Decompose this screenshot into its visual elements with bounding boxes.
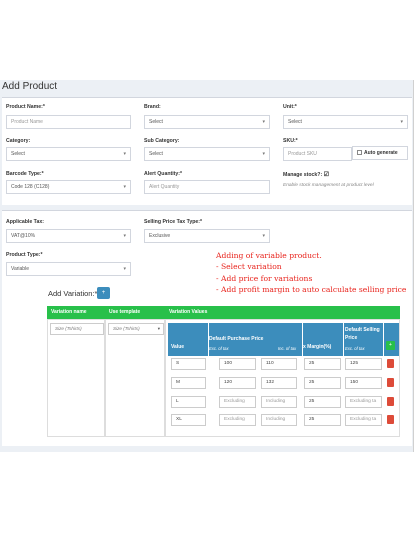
barcode-type-label: Barcode Type:* xyxy=(6,171,44,177)
page-title: Add Product xyxy=(2,81,58,92)
sku-label: SKU:* xyxy=(283,138,298,144)
sub-category-value: Select xyxy=(149,151,163,157)
variation-value-input[interactable]: XL xyxy=(171,414,206,426)
auto-generate-checkbox[interactable] xyxy=(357,150,362,156)
purchase-inc-tax-input[interactable]: Including xyxy=(261,396,297,408)
selling-price-tax-type-value: Exclusive xyxy=(149,233,171,239)
purchase-exc-tax-input[interactable]: Excluding xyxy=(219,396,256,408)
add-variation-button[interactable]: + xyxy=(97,287,110,299)
margin-input[interactable]: 25 xyxy=(304,377,341,389)
chevron-down-icon: ▾ xyxy=(123,184,126,190)
brand-label: Brand: xyxy=(144,104,161,110)
purchase-price-header: Default Purchase Price xyxy=(209,336,264,342)
margin-input[interactable]: 25 xyxy=(304,396,341,408)
chevron-down-icon: ▾ xyxy=(157,326,160,331)
chevron-down-icon: ▾ xyxy=(123,233,126,239)
margin-input[interactable]: 25 xyxy=(304,414,341,426)
barcode-type-select[interactable]: Code 128 (C128) ▾ xyxy=(6,180,131,194)
unit-select[interactable]: Select ▾ xyxy=(283,115,408,129)
add-row-button[interactable]: + xyxy=(386,341,395,350)
alert-quantity-label: Alert Quantity:* xyxy=(144,171,183,177)
chevron-down-icon: ▾ xyxy=(262,151,265,157)
applicable-tax-label: Applicable Tax: xyxy=(6,219,44,225)
purchase-exc-tax-input[interactable]: 100 xyxy=(219,358,256,370)
product-type-value: Variable xyxy=(11,266,29,272)
variation-value-input[interactable]: M xyxy=(171,377,206,389)
sub-category-select[interactable]: Select ▾ xyxy=(144,147,270,161)
applicable-tax-value: VAT@10% xyxy=(11,233,36,239)
variation-name-header: Variation name xyxy=(47,306,105,319)
col-divider xyxy=(383,323,384,356)
selling-price-tax-type-select[interactable]: Exclusive ▾ xyxy=(144,229,270,243)
remove-row-button[interactable] xyxy=(387,415,394,424)
manage-stock-label: Manage stock?: ☑ xyxy=(283,171,329,178)
purchase-inc-tax-input[interactable]: 132 xyxy=(261,377,297,389)
chevron-down-icon: ▾ xyxy=(123,151,126,157)
product-type-label: Product Type:* xyxy=(6,252,43,258)
auto-generate-addon[interactable]: Auto generate xyxy=(352,146,408,160)
value-col-header: Value xyxy=(171,344,185,350)
variation-value-input[interactable]: S xyxy=(171,358,206,370)
purchase-exc-tax-label: Exc. of tax xyxy=(209,346,229,351)
variation-name-input[interactable]: Size (Tshirts) xyxy=(50,323,104,335)
margin-header: x Margin(%) xyxy=(303,344,332,350)
purchase-exc-tax-input[interactable]: 120 xyxy=(219,377,256,389)
alert-quantity-input[interactable]: Alert Quantity xyxy=(144,180,270,194)
chevron-down-icon: ▾ xyxy=(400,119,403,125)
remove-row-button[interactable] xyxy=(387,397,394,406)
product-type-select[interactable]: Variable ▾ xyxy=(6,262,131,276)
sub-category-label: Sub Category: xyxy=(144,138,180,144)
barcode-type-value: Code 128 (C128) xyxy=(11,184,50,190)
margin-input[interactable]: 25 xyxy=(304,358,341,370)
selling-price-input[interactable]: Excluding ta xyxy=(345,414,382,426)
chevron-down-icon: ▾ xyxy=(262,119,265,125)
variation-value-input[interactable]: L xyxy=(171,396,206,408)
manage-stock-help: Enable stock management at product level xyxy=(283,183,374,188)
purchase-inc-tax-input[interactable]: 110 xyxy=(261,358,297,370)
selling-price-input[interactable]: 125 xyxy=(345,358,382,370)
add-variation-label: Add Variation:* xyxy=(48,289,98,298)
product-name-label: Product Name:* xyxy=(6,104,45,110)
variation-values-table-header: Value Default Purchase Price Exc. of tax… xyxy=(168,323,399,356)
variation-values-header: Variation Values xyxy=(165,306,400,319)
col-divider xyxy=(343,323,344,356)
col-divider xyxy=(302,323,303,356)
remove-row-button[interactable] xyxy=(387,359,394,368)
manage-stock-checkbox[interactable]: ☑ xyxy=(324,172,329,178)
brand-select[interactable]: Select ▾ xyxy=(144,115,270,129)
variation-name-column xyxy=(47,319,105,437)
sku-input[interactable]: Product SKU xyxy=(283,147,352,161)
brand-value: Select xyxy=(149,119,163,125)
use-template-column xyxy=(105,319,165,437)
category-select[interactable]: Select ▾ xyxy=(6,147,131,161)
selling-price-input[interactable]: 150 xyxy=(345,377,382,389)
use-template-select[interactable]: Size (Tshirts) ▾ xyxy=(108,323,164,335)
chevron-down-icon: ▾ xyxy=(123,266,126,272)
purchase-exc-tax-input[interactable]: Excluding xyxy=(219,414,256,426)
category-label: Category: xyxy=(6,138,31,144)
template-value: Size (Tshirts) xyxy=(113,326,140,331)
remove-row-button[interactable] xyxy=(387,378,394,387)
selling-exc-tax-label: Exc. of tax xyxy=(345,346,365,351)
product-name-input[interactable]: Product Name xyxy=(6,115,131,129)
auto-generate-label: Auto generate xyxy=(364,150,398,156)
selling-price-header: Default Selling Price xyxy=(345,327,380,341)
manage-stock-text: Manage stock?: xyxy=(283,172,323,178)
annotation-text: Adding of variable product. - Select var… xyxy=(216,251,407,294)
purchase-inc-tax-input[interactable]: Including xyxy=(261,414,297,426)
applicable-tax-select[interactable]: VAT@10% ▾ xyxy=(6,229,131,243)
purchase-inc-tax-label: Inc. of tax xyxy=(278,346,297,351)
category-value: Select xyxy=(11,151,25,157)
unit-label: Unit:* xyxy=(283,104,297,110)
selling-price-input[interactable]: Excluding ta xyxy=(345,396,382,408)
chevron-down-icon: ▾ xyxy=(262,233,265,239)
col-divider xyxy=(208,323,209,356)
use-template-header: Use template xyxy=(105,306,165,319)
unit-value: Select xyxy=(288,119,302,125)
selling-price-tax-type-label: Selling Price Tax Type:* xyxy=(144,219,203,225)
